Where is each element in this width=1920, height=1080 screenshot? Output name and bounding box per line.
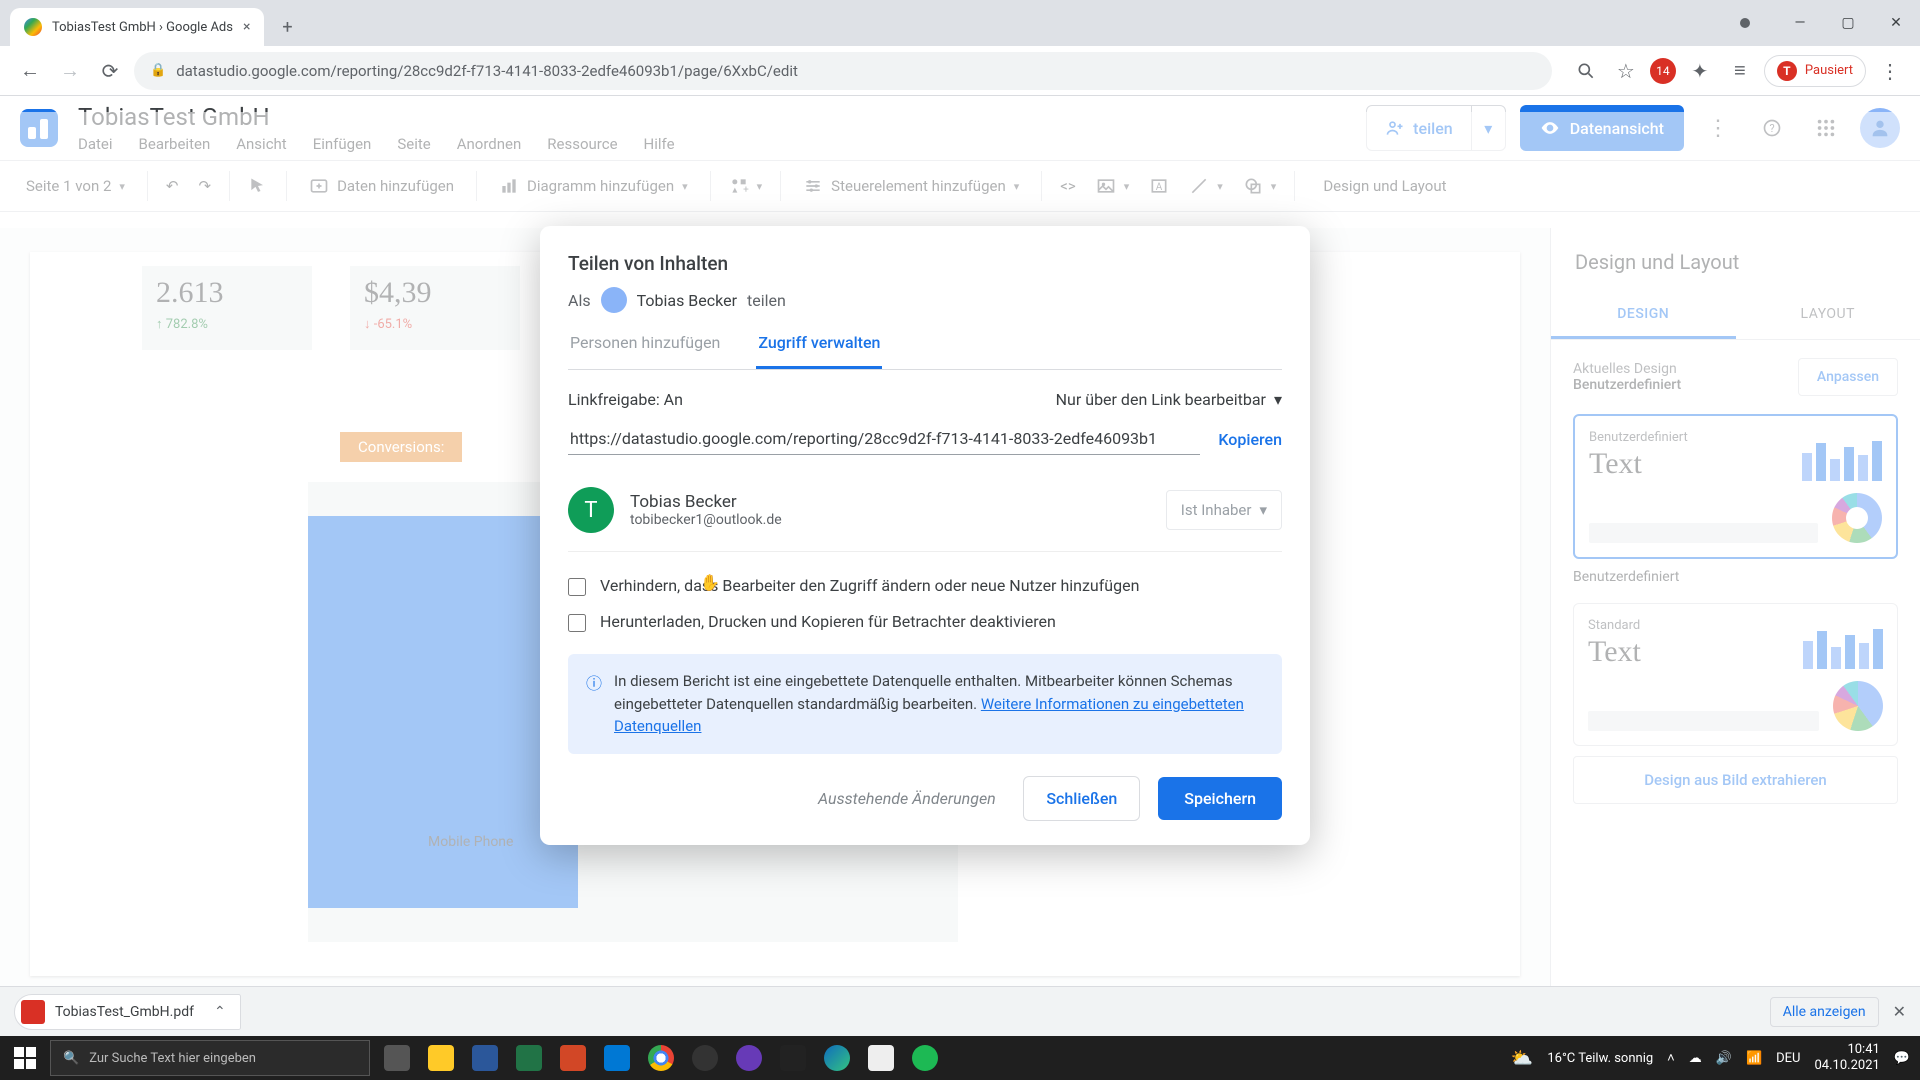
taskview-icon[interactable]: [376, 1036, 418, 1080]
spotify-icon[interactable]: [904, 1036, 946, 1080]
checkbox-prevent-editors[interactable]: Verhindern, dass Bearbeiter den Zugriff …: [568, 576, 1282, 596]
download-shelf: TobiasTest_GmbH.pdf ⌃ Alle anzeigen ✕: [0, 986, 1920, 1036]
person-name: Tobias Becker: [630, 492, 782, 512]
info-icon: ⓘ: [586, 672, 602, 738]
profile-chip[interactable]: TPausiert: [1764, 55, 1866, 87]
checkbox-input[interactable]: [568, 614, 586, 632]
minimize-icon[interactable]: —: [1776, 0, 1824, 46]
start-button[interactable]: [0, 1036, 50, 1080]
show-all-downloads[interactable]: Alle anzeigen: [1770, 997, 1879, 1027]
extensions-icon[interactable]: ✦: [1684, 55, 1716, 87]
notifications-icon[interactable]: 💬: [1894, 1051, 1910, 1066]
download-item[interactable]: TobiasTest_GmbH.pdf ⌃: [14, 994, 241, 1030]
powerpoint-icon[interactable]: [552, 1036, 594, 1080]
app-icon[interactable]: [772, 1036, 814, 1080]
back-icon[interactable]: ←: [14, 55, 46, 87]
person-avatar: T: [568, 487, 614, 533]
notepad-icon[interactable]: [860, 1036, 902, 1080]
save-button[interactable]: Speichern: [1158, 777, 1282, 820]
mail-icon[interactable]: [596, 1036, 638, 1080]
forward-icon[interactable]: →: [54, 55, 86, 87]
chrome-icon[interactable]: [640, 1036, 682, 1080]
search-placeholder: Zur Suche Text hier eingeben: [89, 1051, 256, 1066]
dialog-title: Teilen von Inhalten: [568, 252, 1282, 275]
address-bar: ← → ⟳ 🔒 datastudio.google.com/reporting/…: [0, 46, 1920, 96]
tab-favicon: [24, 18, 42, 36]
tab-title: TobiasTest GmbH › Google Ads: [52, 20, 233, 35]
browser-tab[interactable]: TobiasTest GmbH › Google Ads ×: [10, 8, 264, 46]
obs-icon[interactable]: [684, 1036, 726, 1080]
share-url-field[interactable]: https://datastudio.google.com/reporting/…: [568, 423, 1200, 455]
link-sharing-label: Linkfreigabe: An: [568, 390, 683, 409]
tab-add-people[interactable]: Personen hinzufügen: [568, 333, 722, 369]
weather-icon[interactable]: ⛅: [1511, 1048, 1533, 1069]
close-button[interactable]: Schließen: [1023, 776, 1140, 821]
share-as-row: Als Tobias Becker teilen: [568, 287, 1282, 313]
volume-icon[interactable]: 🔊: [1716, 1051, 1732, 1066]
app-icon[interactable]: [728, 1036, 770, 1080]
dialog-tabs: Personen hinzufügen Zugriff verwalten: [568, 333, 1282, 370]
tabstrip-indicator: [1740, 18, 1750, 28]
close-window-icon[interactable]: ✕: [1872, 0, 1920, 46]
share-dialog: Teilen von Inhalten Als Tobias Becker te…: [540, 226, 1310, 845]
search-icon: 🔍: [63, 1051, 79, 1066]
person-row: T Tobias Becker tobibecker1@outlook.de I…: [568, 477, 1282, 552]
mini-avatar-icon: [601, 287, 627, 313]
window-controls: — ▢ ✕: [1776, 0, 1920, 46]
tray-chevron-icon[interactable]: ˄: [1667, 1050, 1675, 1066]
checkbox-input[interactable]: [568, 578, 586, 596]
download-filename: TobiasTest_GmbH.pdf: [55, 1004, 194, 1020]
reload-icon[interactable]: ⟳: [94, 55, 126, 87]
chevron-down-icon: ▾: [1259, 501, 1267, 519]
word-icon[interactable]: [464, 1036, 506, 1080]
tab-close-icon[interactable]: ×: [243, 19, 250, 35]
excel-icon[interactable]: [508, 1036, 550, 1080]
zoom-icon[interactable]: [1570, 55, 1602, 87]
cursor-icon: ✋: [700, 573, 720, 592]
chrome-menu-icon[interactable]: ⋮: [1874, 55, 1906, 87]
bookmark-icon[interactable]: ☆: [1610, 55, 1642, 87]
copy-link-button[interactable]: Kopieren: [1218, 430, 1282, 449]
role-dropdown[interactable]: Ist Inhaber▾: [1166, 490, 1282, 530]
lock-icon: 🔒: [150, 63, 166, 78]
clock[interactable]: 10:41 04.10.2021: [1815, 1042, 1880, 1073]
maximize-icon[interactable]: ▢: [1824, 0, 1872, 46]
pdf-icon: [21, 1000, 45, 1024]
info-banner: ⓘ In diesem Bericht ist eine eingebettet…: [568, 654, 1282, 754]
wifi-icon[interactable]: 📶: [1746, 1051, 1762, 1066]
pending-changes-label: Ausstehende Änderungen: [818, 789, 996, 808]
toolbar-menu-icon[interactable]: ≡: [1724, 55, 1756, 87]
close-shelf-icon[interactable]: ✕: [1893, 1002, 1906, 1021]
new-tab-button[interactable]: +: [272, 12, 302, 42]
taskbar-apps: [376, 1036, 946, 1080]
chevron-up-icon[interactable]: ⌃: [214, 1004, 226, 1020]
taskbar-search[interactable]: 🔍 Zur Suche Text hier eingeben: [50, 1040, 370, 1076]
permission-dropdown[interactable]: Nur über den Link bearbeitbar▾: [1056, 390, 1282, 409]
weather-text[interactable]: 16°C Teilw. sonnig: [1547, 1051, 1653, 1066]
explorer-icon[interactable]: [420, 1036, 462, 1080]
extension-badge[interactable]: 14: [1650, 58, 1676, 84]
person-email: tobibecker1@outlook.de: [630, 512, 782, 528]
url-field[interactable]: 🔒 datastudio.google.com/reporting/28cc9d…: [134, 52, 1552, 90]
chevron-down-icon: ▾: [1274, 390, 1282, 409]
onedrive-icon[interactable]: ☁: [1689, 1051, 1702, 1066]
tab-manage-access[interactable]: Zugriff verwalten: [756, 333, 882, 369]
system-tray: ⛅ 16°C Teilw. sonnig ˄ ☁ 🔊 📶 DEU 10:41 0…: [1511, 1042, 1920, 1073]
language-indicator[interactable]: DEU: [1776, 1051, 1800, 1066]
checkbox-disable-download[interactable]: Herunterladen, Drucken und Kopieren für …: [568, 612, 1282, 632]
url-text: datastudio.google.com/reporting/28cc9d2f…: [176, 62, 798, 80]
edge-icon[interactable]: [816, 1036, 858, 1080]
browser-tabstrip: TobiasTest GmbH › Google Ads × + — ▢ ✕: [0, 0, 1920, 46]
windows-taskbar: 🔍 Zur Suche Text hier eingeben ⛅ 16°C Te…: [0, 1036, 1920, 1080]
